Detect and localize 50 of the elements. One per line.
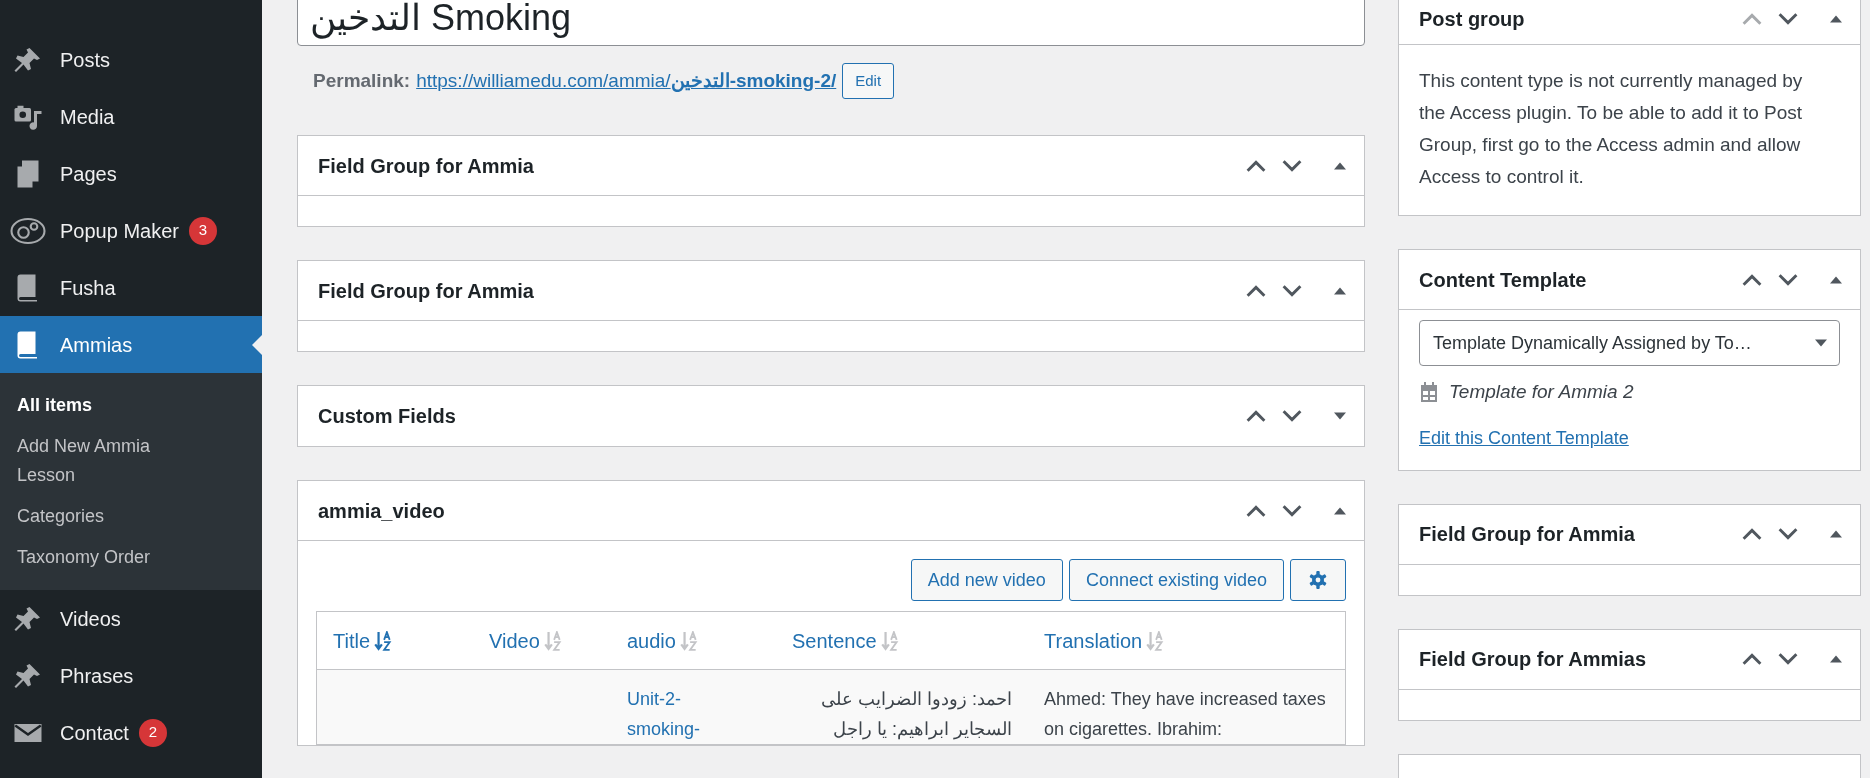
submenu-item[interactable]: Categories — [0, 496, 220, 537]
sort-icon — [679, 630, 698, 651]
column-header[interactable]: Video — [473, 625, 611, 656]
panel-title: Field Group for Ammia — [318, 153, 535, 179]
caret-icon — [1815, 337, 1827, 349]
permalink-label: Permalink: — [313, 68, 411, 93]
menu-item[interactable]: Posts — [0, 31, 262, 88]
notification-count: 2 — [138, 718, 167, 747]
menu-item[interactable]: Pages — [0, 145, 262, 202]
calendar-icon — [1419, 380, 1439, 405]
template-name: Template for Ammia 2 — [1449, 380, 1634, 404]
action-button[interactable]: Connect existing video — [1068, 559, 1284, 601]
sort-icon — [374, 630, 393, 651]
menu-item[interactable]: Phrases — [0, 647, 262, 704]
column-header[interactable]: Title — [317, 625, 473, 656]
menu-item[interactable]: Media — [0, 88, 262, 145]
edit-button[interactable]: Edit — [842, 63, 895, 99]
menu-item[interactable]: Fusha — [0, 259, 262, 316]
menu-item[interactable]: Videos — [0, 590, 262, 647]
settings-icon — [1308, 570, 1328, 590]
sort-icon — [1146, 630, 1165, 651]
panel-title: Field Group for Ammia — [318, 278, 535, 304]
audio-link[interactable]: Unit-2-smoking- — [627, 684, 737, 744]
panel-description: This content type is not currently managed by the Access plugin. To be able to add it to Post Group, first go to the Access admin and allow Access to control it. — [1419, 69, 1804, 189]
table-cell-text: احمد: زودوا الضرايب على السجاير ابراهيم: يا راجل — [820, 688, 1012, 742]
menu-item[interactable]: Contact 2 — [0, 704, 262, 761]
submenu-item[interactable]: Add New Ammia Lesson — [0, 426, 220, 496]
submenu-item[interactable]: All items — [0, 385, 220, 426]
panel-title: Field Group for Ammias — [1419, 647, 1648, 672]
column-header[interactable]: Translation — [1028, 625, 1345, 656]
settings-button[interactable] — [1290, 559, 1346, 601]
column-header[interactable]: audio — [611, 625, 776, 656]
template-dropdown[interactable]: Template Dynamically Assigned by To… — [1419, 320, 1840, 366]
sort-icon — [880, 630, 899, 651]
panel-title: Post group — [1419, 6, 1526, 32]
sort-icon — [543, 630, 562, 651]
title-field[interactable]: التدخين Smoking — [297, 0, 1365, 46]
submenu-item[interactable]: Taxonomy Order — [0, 537, 220, 578]
notification-count: 3 — [188, 216, 217, 245]
action-button[interactable]: Add new video — [910, 559, 1063, 601]
panel-title: Content Template — [1419, 267, 1588, 293]
table-cell-text: Ahmed: They have increased taxes on cigarettes. Ibrahim: — [1044, 688, 1327, 741]
panel-title: Custom Fields — [318, 404, 457, 429]
panel-title: ammia_video — [318, 498, 446, 524]
menu-item[interactable]: Ammias — [0, 316, 262, 373]
current-pointer — [252, 335, 262, 355]
column-header[interactable]: Sentence — [776, 625, 1028, 656]
edit-template-link[interactable]: Edit this Content Template — [1419, 424, 1629, 452]
menu-item[interactable]: Popup Maker 3 — [0, 202, 262, 259]
panel-title: Field Group for Ammia — [1419, 522, 1636, 547]
